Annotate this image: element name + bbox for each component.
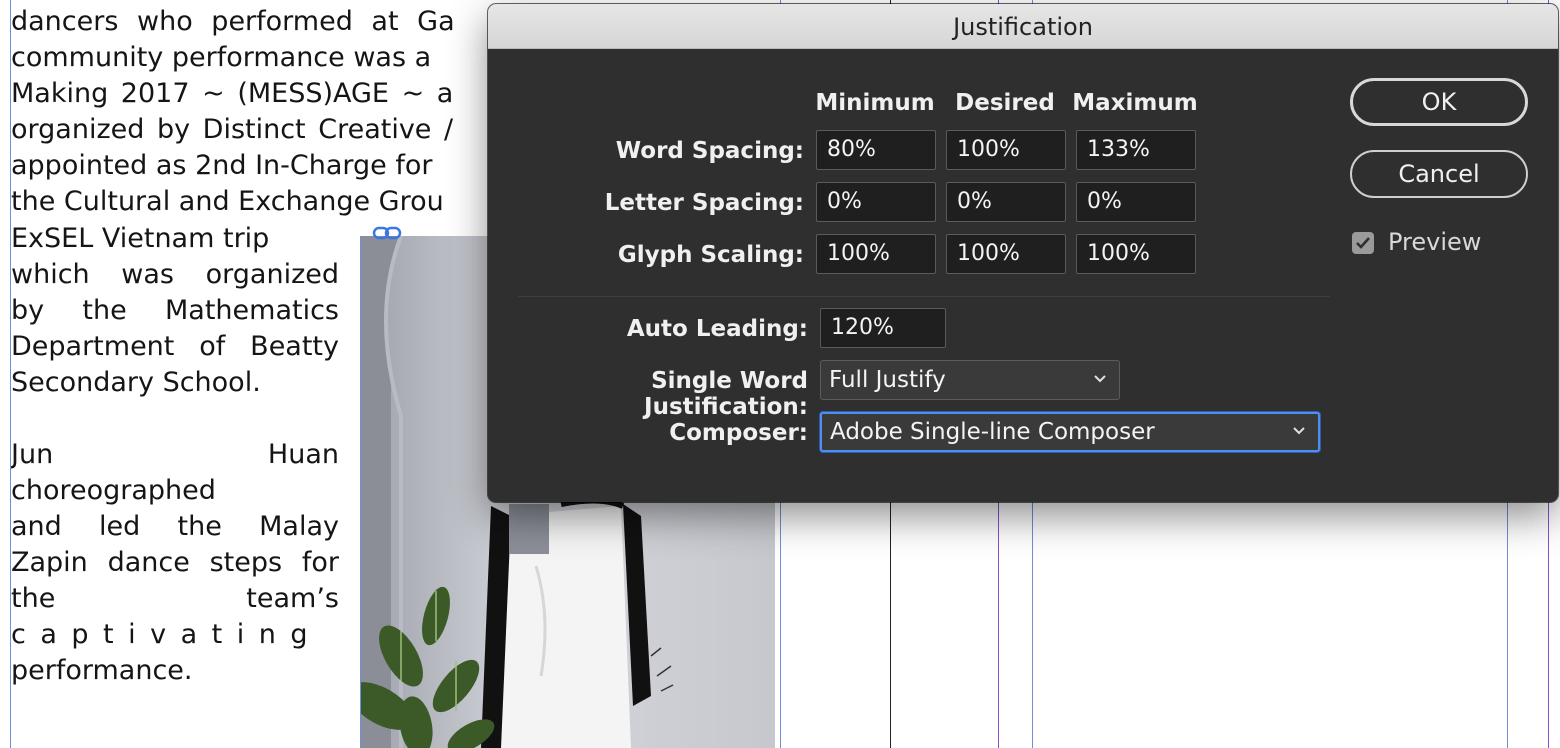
preview-label[interactable]: Preview xyxy=(1388,228,1481,256)
text-line: choreographed xyxy=(11,475,216,506)
chevron-down-icon xyxy=(1293,427,1305,435)
glyph-scaling-label: Glyph Scaling: xyxy=(617,242,804,268)
text-line: community performance was a xyxy=(11,42,432,73)
glyph-scaling-desired-field[interactable] xyxy=(946,234,1066,274)
text-frame-top[interactable]: dancers who performed at Ga community pe… xyxy=(11,4,487,220)
column-header-maximum: Maximum xyxy=(1072,90,1198,116)
letter-spacing-maximum-field[interactable] xyxy=(1076,182,1196,222)
letter-spacing-label: Letter Spacing: xyxy=(604,190,804,216)
text-frame-column[interactable]: ExSEL Vietnam trip which was organized b… xyxy=(11,221,339,689)
column-header-desired: Desired xyxy=(955,90,1055,116)
single-word-justification-select[interactable]: Full Justify xyxy=(820,360,1120,400)
text-line: ExSEL Vietnam trip xyxy=(11,223,270,254)
justification-dialog: Justification Minimum Desired Maximum Wo… xyxy=(488,4,1558,502)
text-line: Making 2017 ~ (MESS)AGE ~ a xyxy=(11,78,454,109)
text-line: by the Mathematics xyxy=(11,295,339,326)
text-line: organized by Distinct Creative / xyxy=(11,114,454,145)
glyph-scaling-maximum-field[interactable] xyxy=(1076,234,1196,274)
text-line: the Cultural and Exchange Grou xyxy=(11,186,444,217)
column-header-minimum: Minimum xyxy=(815,90,935,116)
single-word-justification-value: Full Justify xyxy=(829,367,946,393)
letter-spacing-desired-field[interactable] xyxy=(946,182,1066,222)
dialog-title[interactable]: Justification xyxy=(488,4,1558,49)
text-line: Zapin dance steps for xyxy=(11,547,339,578)
word-spacing-minimum-field[interactable] xyxy=(816,130,936,170)
text-line: dancers who performed at Ga xyxy=(11,6,455,37)
composer-label: Composer: xyxy=(669,420,808,446)
auto-leading-field[interactable] xyxy=(820,308,946,348)
text-line: Jun Huan xyxy=(11,439,339,470)
text-line: performance. xyxy=(11,655,193,686)
composer-select[interactable]: Adobe Single-line Composer xyxy=(820,412,1320,452)
text-line: appointed as 2nd In-Charge for xyxy=(11,150,433,181)
text-line: the team’s xyxy=(11,583,339,614)
text-line: Secondary School. xyxy=(11,367,261,398)
word-spacing-label: Word Spacing: xyxy=(615,138,804,164)
text-line: captivating xyxy=(11,619,322,650)
section-divider xyxy=(518,296,1330,297)
text-line: and led the Malay xyxy=(11,511,339,542)
text-line: which was organized xyxy=(11,259,339,290)
link-icon[interactable] xyxy=(372,224,402,242)
preview-checkbox[interactable] xyxy=(1352,232,1374,254)
word-spacing-desired-field[interactable] xyxy=(946,130,1066,170)
glyph-scaling-minimum-field[interactable] xyxy=(816,234,936,274)
word-spacing-maximum-field[interactable] xyxy=(1076,130,1196,170)
ok-button[interactable]: OK xyxy=(1350,78,1528,126)
letter-spacing-minimum-field[interactable] xyxy=(816,182,936,222)
auto-leading-label: Auto Leading: xyxy=(626,316,808,342)
text-line: Department of Beatty xyxy=(11,331,339,362)
checkmark-icon xyxy=(1356,237,1370,249)
single-word-justification-label: Single Word Justification: xyxy=(644,368,808,420)
composer-value: Adobe Single-line Composer xyxy=(830,419,1155,445)
cancel-button[interactable]: Cancel xyxy=(1350,150,1528,198)
chevron-down-icon xyxy=(1094,375,1106,383)
